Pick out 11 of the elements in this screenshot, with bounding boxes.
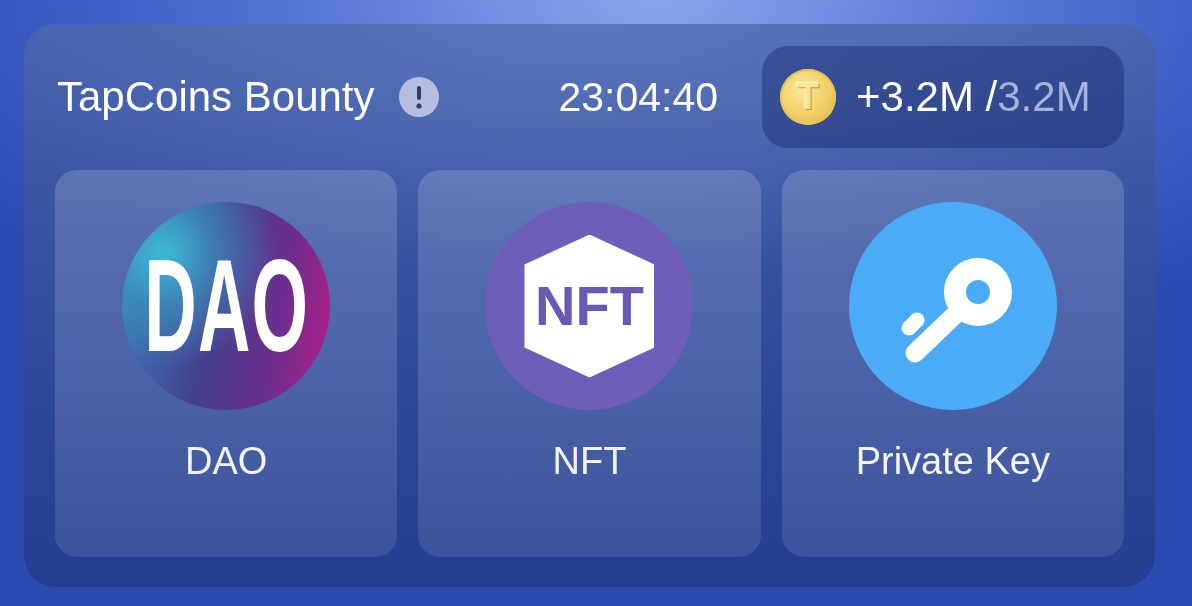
countdown-timer: 23:04:40 [558, 73, 718, 122]
feature-card[interactable]: DAO DAO [55, 170, 398, 557]
reward-amount: +3.2M /3.2M [856, 72, 1091, 122]
logo-text: NFT [535, 278, 644, 334]
feature-card[interactable]: NFT NFT [418, 170, 761, 557]
exclamation-icon[interactable] [398, 77, 439, 117]
key-icon [848, 202, 1057, 410]
feature-card[interactable]: Private Key [781, 170, 1124, 557]
panel-title: TapCoins Bounty [57, 72, 375, 122]
coin-letter: T [797, 79, 819, 115]
logo-text: DAO [143, 240, 309, 372]
